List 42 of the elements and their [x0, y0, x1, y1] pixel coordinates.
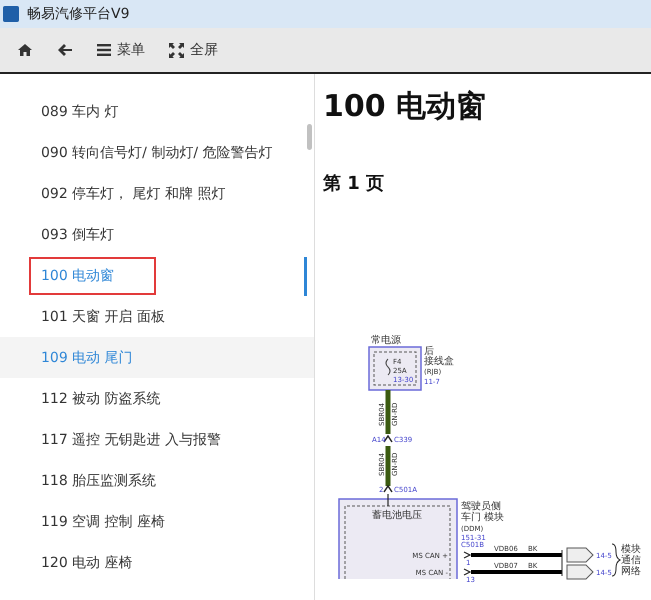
sidebar-item[interactable]: 100 电动窗 — [0, 255, 314, 296]
sidebar-item[interactable]: 120 电动 座椅 — [0, 542, 314, 583]
junction-box-label: 后 — [424, 346, 434, 357]
fuse-icon — [386, 358, 390, 376]
sidebar-item[interactable]: 101 天窗 开启 面板 — [0, 296, 314, 337]
sidebar-item[interactable]: 092 停车灯， 尾灯 和牌 照灯 — [0, 173, 314, 214]
module-label: 车门 模块 — [461, 512, 504, 523]
network-label: 模块通信网络 — [621, 544, 641, 577]
sidebar-item[interactable]: 089 车内 灯 — [0, 91, 314, 132]
menu-button[interactable]: 菜单 — [92, 37, 150, 63]
selection-indicator — [304, 257, 307, 296]
scrollbar-thumb[interactable] — [307, 124, 312, 150]
brace-icon — [612, 544, 620, 576]
connector-icon — [464, 568, 472, 576]
junction-box — [368, 346, 422, 391]
back-arrow-icon — [57, 43, 73, 57]
fullscreen-button[interactable]: 全屏 — [164, 37, 223, 63]
menu-icon — [97, 44, 111, 56]
sidebar-item[interactable]: 118 胎压监测系统 — [0, 460, 314, 501]
junction-box-label: 接线盒 — [424, 356, 454, 367]
sidebar-item[interactable]: 112 被动 防盗系统 — [0, 378, 314, 419]
sidebar-item[interactable]: 119 空调 控制 座椅 — [0, 501, 314, 542]
app-icon — [3, 6, 19, 22]
document-title: 100 电动窗 — [323, 88, 488, 126]
connector-icon — [383, 484, 393, 492]
sidebar-item[interactable]: 090 转向信号灯/ 制动灯/ 危险警告灯 — [0, 132, 314, 173]
wire — [386, 446, 390, 486]
home-icon — [17, 43, 33, 57]
module-label: 驾驶员侧 — [461, 501, 501, 512]
supply-label: 常电源 — [371, 335, 401, 346]
off-page-connector-icon — [566, 564, 594, 580]
window-title: 畅易汽修平台V9 — [27, 5, 130, 23]
module-supply-label: 蓄电池电压 — [372, 510, 422, 521]
off-page-connector-icon — [566, 548, 594, 562]
junction-box-border — [374, 352, 416, 386]
expand-icon — [169, 42, 184, 58]
sidebar-item[interactable]: 117 遥控 无钥匙进 入与报警 — [0, 419, 314, 460]
wire — [387, 494, 389, 506]
page-label: 第 1 页 — [323, 172, 386, 195]
sidebar-item[interactable]: 093 倒车灯 — [0, 214, 314, 255]
wire — [386, 390, 390, 434]
connector-icon — [464, 551, 472, 559]
